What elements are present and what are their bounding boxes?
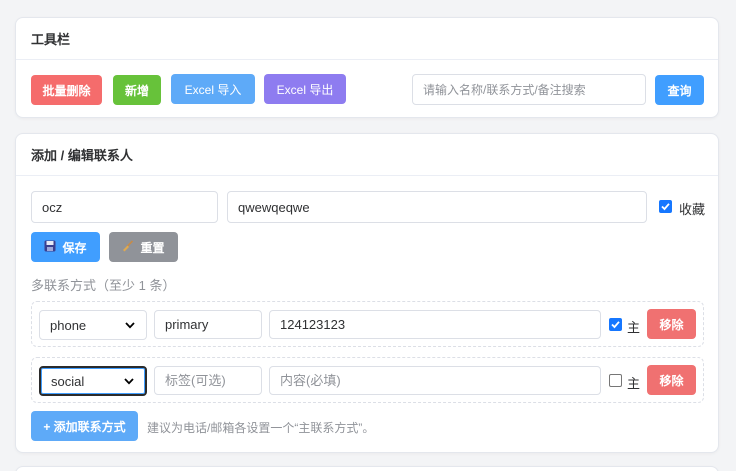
- contact-editor-card: 添加 / 编辑联系人 收藏 保存 重置 多联系方式（至少 1 条） phone …: [15, 133, 719, 453]
- contact-type-select[interactable]: social: [39, 366, 147, 396]
- primary-checkbox[interactable]: [609, 318, 622, 331]
- add-method-hint: 建议为电话/邮箱各设置一个“主联系方式”。: [147, 421, 375, 435]
- add-contact-method-button[interactable]: + 添加联系方式: [31, 411, 138, 441]
- floppy-disk-icon: [44, 240, 56, 255]
- primary-label: 主: [627, 320, 641, 335]
- chevron-down-icon: [125, 322, 135, 329]
- chevron-down-icon: [124, 378, 134, 385]
- toolbar-title: 工具栏: [16, 18, 718, 60]
- primary-label: 主: [627, 376, 641, 391]
- contact-tag-input[interactable]: [154, 310, 262, 339]
- contact-type-value: phone: [50, 317, 87, 333]
- primary-checkbox[interactable]: [609, 374, 622, 387]
- contact-content-input[interactable]: [269, 310, 601, 339]
- name-input[interactable]: [31, 191, 218, 223]
- batch-delete-button[interactable]: 批量删除: [31, 75, 102, 105]
- checkmark-icon: [661, 203, 670, 211]
- excel-import-button[interactable]: Excel 导入: [171, 74, 255, 104]
- contact-type-value: social: [51, 373, 85, 389]
- note-input[interactable]: [227, 191, 647, 223]
- remove-contact-button[interactable]: 移除: [647, 365, 696, 395]
- checkmark-icon: [611, 321, 620, 329]
- contact-tag-input[interactable]: [154, 366, 262, 395]
- reset-button[interactable]: 重置: [109, 232, 178, 262]
- reset-label: 重置: [140, 240, 165, 255]
- contact-method-row: social 主 移除: [31, 357, 704, 403]
- toolbar-card: 工具栏 批量删除 新增 Excel 导入 Excel 导出 查询: [15, 17, 719, 118]
- save-button[interactable]: 保存: [31, 232, 100, 262]
- favorite-label: 收藏: [679, 202, 706, 217]
- next-card: [15, 466, 719, 471]
- contact-content-input[interactable]: [269, 366, 601, 395]
- contact-method-row: phone 主 移除: [31, 301, 704, 347]
- search-input[interactable]: [412, 74, 646, 105]
- remove-contact-button[interactable]: 移除: [647, 309, 696, 339]
- excel-export-button[interactable]: Excel 导出: [264, 74, 346, 104]
- contact-type-select[interactable]: phone: [39, 310, 147, 340]
- add-new-button[interactable]: 新增: [113, 75, 161, 105]
- broom-icon: [122, 239, 134, 255]
- favorite-checkbox[interactable]: [659, 200, 672, 213]
- contact-methods-label: 多联系方式（至少 1 条）: [31, 278, 176, 293]
- search-button[interactable]: 查询: [655, 75, 704, 105]
- editor-title: 添加 / 编辑联系人: [16, 134, 718, 176]
- save-label: 保存: [62, 240, 87, 255]
